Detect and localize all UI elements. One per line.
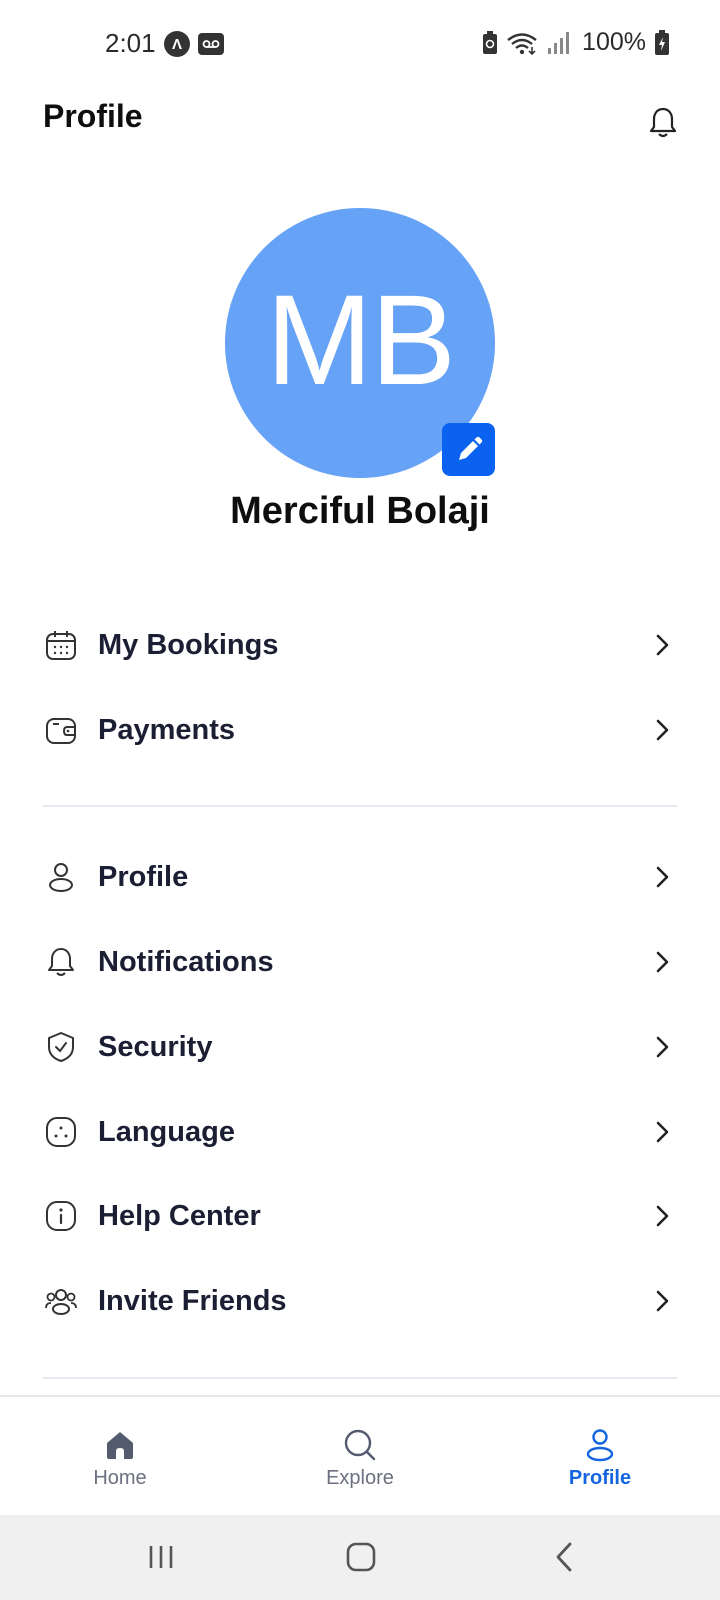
menu-item-language[interactable]: Language <box>0 1092 720 1172</box>
divider <box>43 1377 677 1379</box>
notifications-button[interactable] <box>648 106 678 140</box>
system-nav-bar <box>0 1515 720 1600</box>
menu-item-label: Payments <box>98 713 236 746</box>
chevron-right-icon <box>656 1121 669 1143</box>
info-icon <box>44 1199 78 1233</box>
page-title: Profile <box>43 98 143 134</box>
chevron-right-icon <box>656 719 669 741</box>
chevron-right-icon <box>656 1205 669 1227</box>
chevron-right-icon <box>656 1036 669 1058</box>
nav-label: Home <box>93 1467 147 1489</box>
bell-icon <box>649 107 677 138</box>
user-icon <box>44 860 78 894</box>
user-icon <box>582 1427 618 1463</box>
menu-item-label: Language <box>98 1115 235 1148</box>
home-square-icon <box>346 1542 376 1572</box>
voicemail-icon <box>198 33 224 55</box>
menu-item-label: Notifications <box>98 945 274 978</box>
nav-item-explore[interactable]: Explore <box>270 1397 450 1515</box>
wallet-icon <box>44 713 78 747</box>
calendar-icon <box>44 628 78 662</box>
home-button[interactable] <box>341 1537 381 1577</box>
divider <box>43 805 677 807</box>
chevron-right-icon <box>656 951 669 973</box>
menu-item-profile[interactable]: Profile <box>0 837 720 917</box>
menu-item-notifications[interactable]: Notifications <box>0 922 720 1002</box>
nav-item-home[interactable]: Home <box>30 1397 210 1515</box>
language-icon <box>44 1115 78 1149</box>
nav-label: Explore <box>326 1467 394 1489</box>
battery-level: 100% <box>582 28 646 56</box>
back-button[interactable] <box>544 1537 584 1577</box>
status-time: 2:01 <box>105 28 156 58</box>
chevron-right-icon <box>656 866 669 888</box>
battery-saver-icon <box>483 30 498 54</box>
search-icon <box>342 1427 378 1463</box>
menu-item-invite-friends[interactable]: Invite Friends <box>0 1261 720 1341</box>
status-bar: 2:01 Λ 100% <box>0 0 720 88</box>
nav-label: Profile <box>568 1467 632 1489</box>
shield-check-icon <box>44 1030 78 1064</box>
avatar-initials: MB <box>266 268 456 412</box>
wifi-icon <box>507 32 537 55</box>
menu-item-label: Help Center <box>98 1199 261 1232</box>
recent-apps-icon <box>149 1546 173 1568</box>
menu-item-label: My Bookings <box>98 628 279 661</box>
menu-item-payments[interactable]: Payments <box>0 690 720 770</box>
users-icon <box>44 1284 78 1318</box>
bottom-nav: Home Explore Profile <box>0 1395 720 1515</box>
a-circle-icon: Λ <box>164 31 190 57</box>
edit-avatar-button[interactable] <box>442 423 495 476</box>
user-name: Merciful Bolaji <box>230 490 490 532</box>
menu-item-my-bookings[interactable]: My Bookings <box>0 605 720 685</box>
menu-item-help-center[interactable]: Help Center <box>0 1176 720 1256</box>
recent-apps-button[interactable] <box>141 1537 181 1577</box>
home-icon <box>102 1427 138 1463</box>
back-icon <box>556 1542 572 1572</box>
chevron-right-icon <box>656 634 669 656</box>
signal-icon <box>548 31 570 54</box>
pencil-icon <box>458 436 482 460</box>
nav-item-profile[interactable]: Profile <box>510 1397 690 1515</box>
menu-item-label: Security <box>98 1030 213 1063</box>
menu-item-label: Invite Friends <box>98 1284 287 1317</box>
chevron-right-icon <box>656 1290 669 1312</box>
battery-charging-icon <box>655 29 669 55</box>
menu-item-label: Profile <box>98 860 189 893</box>
bell-icon <box>44 945 78 979</box>
menu-item-security[interactable]: Security <box>0 1007 720 1087</box>
